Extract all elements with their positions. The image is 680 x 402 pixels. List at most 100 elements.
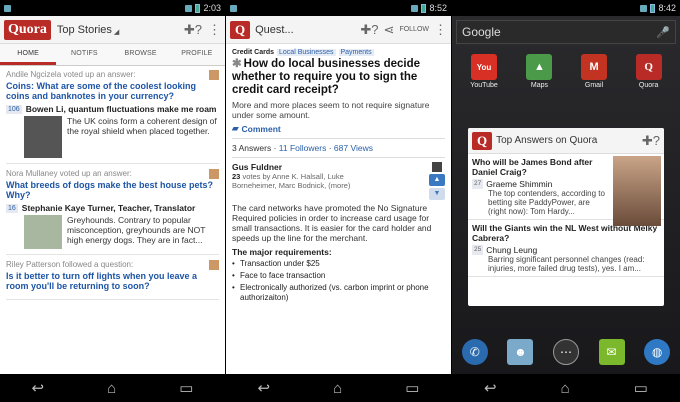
- answer-author[interactable]: Stephanie Kaye Turner, Teacher, Translat…: [22, 203, 196, 213]
- dropdown-label: Top Stories: [56, 23, 112, 36]
- add-question-icon[interactable]: ✚?: [184, 22, 202, 38]
- app-youtube[interactable]: You YouTube: [470, 54, 498, 89]
- app-label: Gmail: [584, 82, 604, 89]
- tab-notifs[interactable]: NOTIFS: [56, 44, 112, 65]
- question-screen: 8:52 Q Quest... ✚? ⋖ FOLLOW ⋮ Credit Car…: [226, 0, 452, 402]
- answer-body[interactable]: The UK coins form a coherent design of t…: [24, 116, 219, 158]
- voters-text[interactable]: votes by Anne K. Halsall, Luke Borneheim…: [232, 172, 350, 190]
- followers-link[interactable]: 11 Followers: [279, 143, 327, 153]
- home-icon[interactable]: ⌂: [333, 380, 342, 397]
- app-bar: Q Quest... ✚? ⋖ FOLLOW ⋮: [226, 16, 451, 44]
- quora-feed-screen: 2:03 Quora Top Stories ◢ ✚? ⋮ HOME NOTIFS…: [0, 0, 226, 402]
- status-bar: 2:03: [0, 0, 225, 16]
- topic-lead[interactable]: Credit Cards: [232, 49, 274, 56]
- widget-answer-row: 27 Graeme Shimmin: [472, 179, 610, 189]
- share-icon[interactable]: ⋖: [384, 22, 395, 38]
- feed-story: Riley Patterson followed a question: Is …: [6, 260, 219, 300]
- answer-header: 106 Bowen Li, quantum fluctuations make …: [6, 104, 219, 114]
- dock: ✆ ☻ ⋯ ✉ ◍: [452, 332, 680, 372]
- status-time: 2:03: [203, 3, 221, 13]
- answer-author[interactable]: Bowen Li, quantum fluctuations make me r…: [26, 104, 217, 114]
- question-content: Credit Cards Local Businesses Payments ✱…: [226, 44, 451, 310]
- back-icon[interactable]: ↩: [258, 379, 271, 397]
- question-title: ✱ How do local businesses decide whether …: [232, 58, 445, 97]
- overflow-menu-icon[interactable]: ⋮: [434, 22, 447, 38]
- topic-tag[interactable]: Local Businesses: [277, 49, 336, 56]
- back-icon[interactable]: ↩: [32, 379, 45, 397]
- status-time: 8:42: [658, 3, 676, 13]
- home-icon[interactable]: ⌂: [561, 380, 570, 397]
- avatar[interactable]: [209, 260, 219, 270]
- avatar[interactable]: [209, 70, 219, 80]
- star-icon: ✱: [232, 58, 242, 70]
- answer-image: [24, 116, 62, 158]
- app-quora[interactable]: Q Quora: [635, 54, 662, 89]
- tab-home[interactable]: HOME: [0, 44, 57, 65]
- quora-widget[interactable]: Q Top Answers on Quora ✚? Who will be Ja…: [468, 128, 664, 306]
- page-title: Quest...: [255, 23, 294, 36]
- comment-button[interactable]: ▰ Comment: [232, 123, 445, 134]
- google-logo: Google: [462, 25, 501, 39]
- comment-label: Comment: [241, 123, 281, 134]
- stories-dropdown[interactable]: Top Stories ◢: [57, 24, 119, 36]
- topic-tag[interactable]: Payments: [338, 49, 374, 56]
- story-activity: Nora Mullaney voted up an answer:: [6, 169, 132, 178]
- answer-author: Chung Leung: [486, 245, 538, 255]
- notification-icon: [230, 4, 237, 12]
- answer-votes: 23 votes by Anne K. Halsall, Luke Borneh…: [232, 172, 382, 190]
- app-gmail[interactable]: M Gmail: [581, 54, 608, 89]
- status-bar: 8:42: [452, 0, 680, 16]
- views-link[interactable]: 687 Views: [334, 143, 373, 153]
- recents-icon[interactable]: ▭: [405, 379, 419, 397]
- question-link[interactable]: What breeds of dogs make the best house …: [6, 180, 219, 200]
- question-link[interactable]: Is it better to turn off lights when you…: [6, 271, 219, 291]
- system-nav-bar: ↩ ⌂ ▭: [452, 374, 680, 402]
- answer-image: [613, 156, 661, 226]
- messaging-icon[interactable]: ✉: [598, 339, 625, 365]
- wifi-icon: [185, 4, 193, 12]
- google-search-bar[interactable]: Google 🎤: [456, 20, 676, 44]
- quora-logo[interactable]: Quora: [4, 19, 51, 40]
- app-maps[interactable]: ▲ Maps: [526, 54, 553, 89]
- widget-question: Who will be James Bond after Daniel Crai…: [472, 157, 593, 177]
- vote-count: 106: [6, 104, 22, 114]
- recents-icon[interactable]: ▭: [634, 379, 648, 397]
- quora-logo[interactable]: Q: [230, 20, 251, 39]
- avatar[interactable]: [209, 169, 219, 179]
- overflow-menu-icon[interactable]: ⋮: [208, 22, 221, 38]
- widget-item[interactable]: Will the Giants win the NL West without …: [468, 220, 664, 277]
- answer-author[interactable]: Gus Fuldner: [232, 162, 382, 172]
- browser-icon[interactable]: ◍: [644, 339, 671, 365]
- follow-button[interactable]: FOLLOW: [399, 26, 429, 33]
- app-label: Quora: [638, 82, 659, 89]
- answer-header: 16 Stephanie Kaye Turner, Teacher, Trans…: [6, 203, 219, 213]
- phone-icon[interactable]: ✆: [461, 339, 488, 365]
- recents-icon[interactable]: ▭: [179, 379, 193, 397]
- back-icon[interactable]: ↩: [484, 379, 497, 397]
- quora-icon: Q: [635, 54, 662, 80]
- microphone-icon[interactable]: 🎤: [656, 26, 670, 39]
- tab-bar: HOME NOTIFS BROWSE PROFILE: [0, 44, 225, 66]
- question-text: How do local businesses decide whether t…: [232, 58, 421, 96]
- answer-text: The top contenders, according to betting…: [488, 189, 605, 216]
- gmail-icon: M: [581, 54, 608, 80]
- answer-text: The card networks have promoted the No S…: [232, 203, 432, 243]
- downvote-button[interactable]: ▼: [429, 188, 445, 200]
- battery-icon: [650, 3, 656, 13]
- home-icon[interactable]: ⌂: [107, 380, 116, 397]
- app-bar: Quora Top Stories ◢ ✚? ⋮: [0, 16, 225, 44]
- add-question-icon[interactable]: ✚?: [360, 22, 378, 38]
- status-time: 8:52: [429, 3, 447, 13]
- question-link[interactable]: Coins: What are some of the coolest look…: [6, 81, 219, 101]
- avatar[interactable]: [432, 162, 442, 172]
- app-drawer-icon[interactable]: ⋯: [552, 339, 579, 365]
- tab-profile[interactable]: PROFILE: [169, 44, 225, 65]
- contacts-icon[interactable]: ☻: [507, 339, 534, 365]
- quora-logo[interactable]: Q: [472, 131, 493, 150]
- answer-image: [24, 215, 62, 249]
- home-screen: 8:42 Google 🎤 You YouTube ▲ Maps M Gmail…: [452, 0, 680, 402]
- answer-body[interactable]: Greyhounds. Contrary to popular misconce…: [24, 215, 219, 249]
- tab-browse[interactable]: BROWSE: [113, 44, 169, 65]
- upvote-button[interactable]: ▲: [429, 174, 445, 186]
- add-question-icon[interactable]: ✚?: [642, 133, 660, 149]
